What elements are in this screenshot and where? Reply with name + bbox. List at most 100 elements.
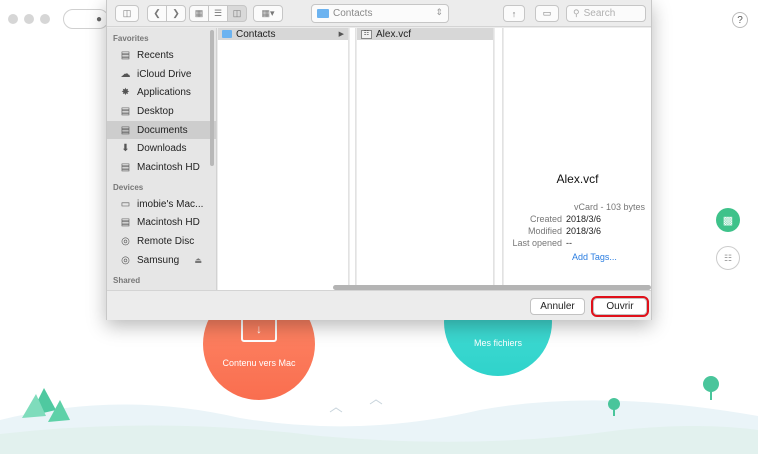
sidebar-scrollbar[interactable] — [210, 30, 214, 166]
navigation-buttons: ❮ ❯ — [147, 5, 186, 22]
sidebar-section-favorites: Favorites — [113, 34, 149, 43]
cancel-button[interactable]: Annuler — [530, 298, 585, 315]
chevron-left-icon: ❮ — [153, 8, 161, 18]
open-file-dialog: ◫ ❮ ❯ ▦ ☰ ◫ ▦▾ Contacts ⇕ ↑ ▭ ⚲ Search F… — [106, 0, 652, 320]
grid-icon: ▦ — [194, 8, 204, 18]
recents-icon: ▤ — [120, 49, 131, 61]
preview-last-opened-label: Last opened — [512, 238, 562, 248]
window-controls — [8, 14, 50, 24]
sidebar-item-label: iCloud Drive — [137, 68, 192, 80]
sidebar-item-label: Recents — [137, 49, 174, 61]
toolbox-button[interactable]: ▩ — [716, 208, 740, 232]
android-icon: ● — [95, 14, 102, 25]
keyboard-icon: ☷ — [723, 252, 733, 263]
search-placeholder: Search — [583, 8, 616, 19]
preview-file-name: Alex.vcf — [556, 172, 599, 186]
browser-column-2: ☷ Alex.vcf — [357, 28, 494, 290]
column-view-button[interactable]: ◫ — [227, 5, 247, 22]
icon-view-button[interactable]: ▦ — [189, 5, 209, 22]
dialog-button-bar: Annuler Ouvrir — [107, 290, 651, 320]
preview-last-opened-value: -- — [566, 238, 572, 248]
vcard-icon: ☷ — [361, 29, 372, 39]
disc-icon: ◎ — [121, 236, 130, 248]
sidebar-item-label: Macintosh HD — [137, 161, 200, 173]
sidebar-item-macintosh-hd[interactable]: ▤ Macintosh HD — [107, 158, 216, 177]
cloud-icon: ☁ — [120, 68, 131, 80]
search-icon: ⚲ — [573, 8, 580, 18]
forward-button[interactable]: ❯ — [166, 5, 186, 22]
share-icon: ↑ — [511, 8, 517, 19]
arrange-button[interactable]: ▦▾ — [253, 5, 283, 22]
applications-icon: ✸ — [121, 87, 130, 99]
help-button[interactable]: ? — [732, 12, 748, 28]
preview-created-label: Created — [529, 214, 562, 224]
briefcase-icon: ▩ — [722, 214, 734, 227]
chevron-right-icon: ❯ — [172, 8, 180, 18]
path-popup-button[interactable]: Contacts ⇕ — [311, 4, 449, 23]
device-selector[interactable]: ● — [63, 9, 109, 29]
preview-created-row: Created 2018/3/6 — [504, 214, 651, 224]
sidebar-item-downloads[interactable]: ⬇ Downloads — [107, 139, 216, 158]
sidebar-item-label: Remote Disc — [137, 236, 195, 248]
disk-icon: ▤ — [120, 217, 131, 229]
list-view-button[interactable]: ☰ — [208, 5, 228, 22]
sidebar-item-samsung[interactable]: ◎ Samsung ⏏ — [107, 251, 216, 270]
dialog-toolbar: ◫ ❮ ❯ ▦ ☰ ◫ ▦▾ Contacts ⇕ ↑ ▭ ⚲ Search — [107, 0, 651, 27]
preview-modified-label: Modified — [527, 226, 562, 236]
sidebar-item-label: Documents — [137, 124, 188, 136]
chevron-right-icon: ▶ — [338, 31, 344, 38]
sidebar-item-icloud-drive[interactable]: ☁ iCloud Drive — [107, 65, 216, 84]
sidebar-item-imobies-mac[interactable]: ▭ imobie's Mac... — [107, 195, 216, 214]
folder-icon — [317, 9, 329, 18]
preview-modified-row: Modified 2018/3/6 — [504, 226, 651, 236]
file-preview-pane: Alex.vcf vCard - 103 bytes Created 2018/… — [504, 28, 651, 290]
desktop-icon: ▤ — [120, 105, 131, 117]
search-input[interactable]: ⚲ Search — [566, 5, 646, 22]
columns-icon: ◫ — [232, 8, 242, 18]
sidebar-item-desktop[interactable]: ▤ Desktop — [107, 102, 216, 121]
sidebar-item-label: Desktop — [137, 105, 174, 117]
minimize-window-button[interactable] — [24, 14, 34, 24]
sidebar-item-label: Samsung — [137, 254, 180, 266]
sidebar-item-label: Downloads — [137, 143, 187, 155]
view-mode-buttons: ▦ ☰ ◫ — [189, 5, 247, 22]
sidebar-section-shared: Shared — [113, 275, 141, 285]
add-tags-link[interactable]: Add Tags... — [572, 252, 617, 262]
updown-chevron-icon: ⇕ — [435, 7, 443, 17]
tag-button[interactable]: ▭ — [535, 5, 559, 22]
preview-last-opened-row: Last opened -- — [504, 238, 651, 248]
sidebar-item-recents[interactable]: ▤ Recents — [107, 46, 216, 65]
preview-file-kind: vCard - 103 bytes — [573, 202, 645, 212]
eject-icon[interactable]: ⏏ — [194, 256, 202, 265]
close-window-button[interactable] — [8, 14, 18, 24]
back-button[interactable]: ❮ — [147, 5, 167, 22]
zoom-window-button[interactable] — [40, 14, 50, 24]
keyboard-button[interactable]: ☷ — [716, 246, 740, 270]
sidebar-item-documents[interactable]: ▤ Documents — [107, 120, 216, 140]
share-button[interactable]: ↑ — [503, 5, 525, 22]
documents-icon: ▤ — [120, 124, 131, 136]
sidebar-item-macintosh-hd-device[interactable]: ▤ Macintosh HD — [107, 214, 216, 233]
sidebar-item-remote-disc[interactable]: ◎ Remote Disc — [107, 232, 216, 251]
list-item-contacts[interactable]: Contacts ▶ — [218, 28, 348, 40]
my-files-label: Mes fichiers — [473, 338, 522, 348]
sidebar-item-label: Applications — [137, 87, 191, 99]
list-item-label: Contacts — [236, 28, 276, 40]
column-divider[interactable] — [495, 28, 503, 290]
preview-modified-value: 2018/3/6 — [566, 226, 602, 236]
folder-icon — [222, 30, 232, 38]
browser-column-1: Contacts ▶ — [218, 28, 349, 290]
list-icon: ☰ — [213, 8, 223, 18]
column-divider[interactable] — [350, 28, 356, 290]
sidebar-item-label: Macintosh HD — [137, 217, 200, 229]
list-item-alex-vcf[interactable]: ☷ Alex.vcf — [357, 28, 493, 40]
open-button[interactable]: Ouvrir — [591, 296, 649, 317]
sidebar-item-applications[interactable]: ✸ Applications — [107, 83, 216, 102]
arrange-icon: ▦▾ — [261, 8, 275, 18]
list-item-label: Alex.vcf — [376, 28, 412, 40]
disc-icon: ◎ — [121, 254, 130, 266]
sidebar-toggle-button[interactable]: ◫ — [115, 5, 139, 22]
landscape-illustration — [0, 376, 758, 454]
current-path-label: Contacts — [333, 8, 373, 19]
sidebar-item-label: imobie's Mac... — [137, 198, 204, 210]
